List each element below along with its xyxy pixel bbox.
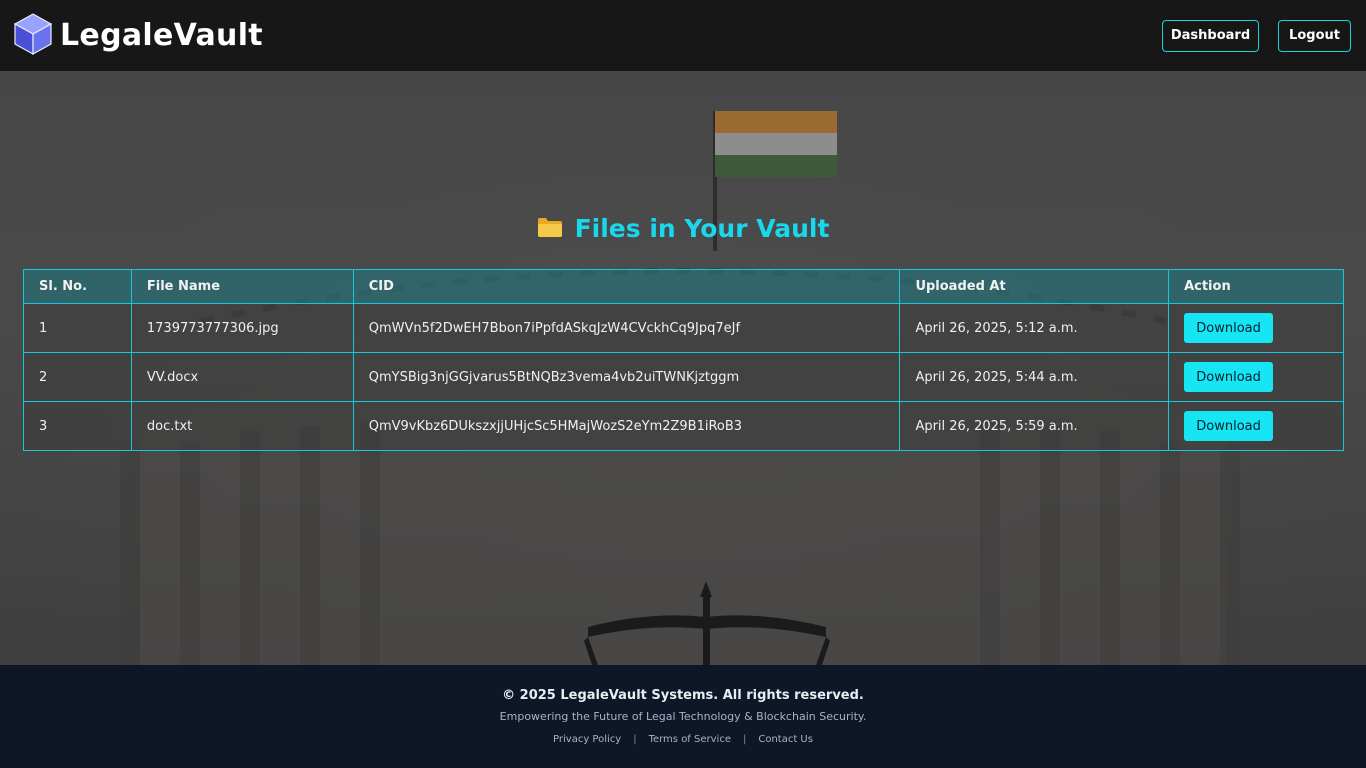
footer: © 2025 LegaleVault Systems. All rights r… [0,665,1366,768]
nav-buttons: Dashboard Logout [1162,19,1351,52]
table-row: 2 VV.docx QmYSBig3njGGjvarus5BtNQBz3vema… [23,352,1344,402]
download-button[interactable]: Download [1184,411,1274,441]
cube-logo-icon [13,12,53,59]
cell-uploaded-at: April 26, 2025, 5:44 a.m. [899,352,1170,402]
cell-cid: QmYSBig3njGGjvarus5BtNQBz3vema4vb2uiTWNK… [352,352,901,402]
column-header-uploaded-at: Uploaded At [899,269,1170,304]
column-header-file-name: File Name [130,269,354,304]
cell-file-name: 1739773777306.jpg [130,303,354,353]
page-title-row: Files in Your Vault [0,214,1366,243]
link-separator: | [742,734,747,745]
cell-sl-no: 3 [23,401,132,451]
table-row: 3 doc.txt QmV9vKbz6DUkszxjjUHjcSc5HMajWo… [23,401,1344,451]
top-navbar: LegaleVault Dashboard Logout [0,0,1366,71]
cell-uploaded-at: April 26, 2025, 5:59 a.m. [899,401,1170,451]
cell-action: Download [1168,352,1344,402]
cell-file-name: doc.txt [130,401,354,451]
table-row: 1 1739773777306.jpg QmWVn5f2DwEH7Bbon7iP… [23,303,1344,353]
cell-sl-no: 1 [23,303,132,353]
files-table: Sl. No. File Name CID Uploaded At Action… [23,269,1344,451]
cell-action: Download [1168,401,1344,451]
cell-action: Download [1168,303,1344,353]
page-title: Files in Your Vault [574,214,830,243]
link-separator: | [633,734,637,745]
tagline-text: Empowering the Future of Legal Technolog… [499,710,867,723]
footer-links: Privacy Policy | Terms of Service | Cont… [0,734,1366,745]
dashboard-button[interactable]: Dashboard [1162,19,1259,52]
folder-icon [537,216,563,242]
privacy-policy-link[interactable]: Privacy Policy [553,734,621,745]
cell-cid: QmV9vKbz6DUkszxjjUHjcSc5HMajWozS2eYm2Z9B… [352,401,901,451]
cell-sl-no: 2 [23,352,132,402]
brand-name: LegaleVault [60,18,263,53]
logout-button[interactable]: Logout [1278,19,1351,52]
brand-logo-link[interactable]: LegaleVault [13,12,263,59]
terms-of-service-link[interactable]: Terms of Service [649,734,731,745]
table-header-row: Sl. No. File Name CID Uploaded At Action [23,269,1344,304]
contact-us-link[interactable]: Contact Us [758,734,813,745]
cell-cid: QmWVn5f2DwEH7Bbon7iPpfdASkqJzW4CVckhCq9J… [352,303,901,353]
copyright-text: © 2025 LegaleVault Systems. All rights r… [502,688,864,703]
column-header-action: Action [1168,269,1344,304]
download-button[interactable]: Download [1184,313,1274,343]
column-header-sl-no: Sl. No. [23,269,132,304]
download-button[interactable]: Download [1184,362,1274,392]
cell-uploaded-at: April 26, 2025, 5:12 a.m. [899,303,1170,353]
column-header-cid: CID [352,269,901,304]
cell-file-name: VV.docx [130,352,354,402]
